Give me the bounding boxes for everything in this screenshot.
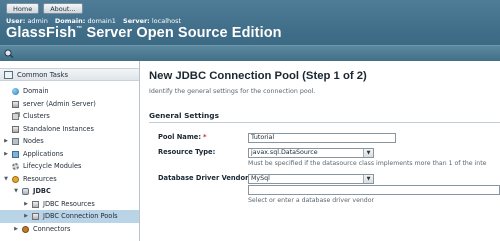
content-pane: New JDBC Connection Pool (Step 1 of 2) I… — [141, 61, 500, 241]
instance-icon — [12, 125, 19, 133]
user-value: admin — [27, 17, 48, 25]
tree-item-label: Standalone Instances — [23, 124, 94, 133]
database-icon — [22, 188, 29, 195]
tree-item-applications[interactable]: ▶ Applications — [0, 148, 139, 161]
resource-type-label: Resource Type: — [158, 148, 216, 156]
tree-list: Domain server (Admin Server) Clusters St… — [0, 85, 139, 236]
product-name: GlassFish — [6, 25, 77, 41]
tree-item-label: Nodes — [23, 137, 44, 145]
common-tasks-label: Common Tasks — [17, 71, 68, 79]
cluster-icon — [12, 113, 19, 120]
tree-item-lifecycle-modules[interactable]: Lifecycle Modules — [0, 160, 139, 173]
collapse-toggle-icon[interactable]: ▼ — [13, 185, 19, 198]
tree-item-jdbc-resources[interactable]: ▶ JDBC Resources — [0, 198, 139, 211]
driver-vendor-hint: Select or enter a database driver vendor — [248, 197, 375, 204]
tree-item-clusters[interactable]: Clusters — [0, 110, 139, 123]
masthead: Home About... User: admin Domain: domain… — [0, 0, 500, 61]
tree-item-nodes[interactable]: ▶ Nodes — [0, 135, 139, 148]
pool-name-label-text: Pool Name: — [158, 133, 201, 141]
tree-item-label: JDBC — [33, 187, 51, 195]
top-button-bar: Home About... — [6, 3, 83, 14]
expand-toggle-icon[interactable]: ▶ — [23, 210, 29, 223]
tree-item-resources[interactable]: ▼ Resources — [0, 173, 139, 186]
tree-item-label: Applications — [23, 149, 64, 158]
resource-type-hint: Must be specified if the datasource clas… — [248, 160, 487, 167]
driver-vendor-select[interactable]: MySql ▼ — [248, 174, 374, 184]
product-edition: Server Open Source Edition — [82, 25, 282, 41]
user-label: User: — [6, 17, 26, 25]
pool-name-label: Pool Name: * — [158, 133, 207, 141]
jdbc-resource-icon — [32, 200, 39, 208]
application-icon — [12, 150, 19, 158]
tool-icon[interactable] — [4, 49, 14, 58]
tree-item-server[interactable]: server (Admin Server) — [0, 98, 139, 111]
session-info: User: admin Domain: domain1 Server: loca… — [6, 17, 186, 25]
expand-toggle-icon[interactable]: ▶ — [3, 135, 9, 148]
node-icon — [12, 138, 19, 145]
navigation-tree: Common Tasks Domain server (Admin Server… — [0, 61, 140, 241]
tree-item-label: Clusters — [23, 112, 50, 120]
expand-toggle-icon[interactable]: ▶ — [13, 223, 19, 236]
resource-type-value: javax.sql.DataSource — [251, 149, 318, 156]
tree-item-label: server (Admin Server) — [23, 99, 96, 108]
server-icon — [12, 100, 19, 108]
tree-item-standalone-instances[interactable]: Standalone Instances — [0, 123, 139, 136]
collapse-toggle-icon[interactable]: ▼ — [3, 173, 9, 186]
tree-item-label: Connectors — [33, 224, 71, 233]
tree-item-label: JDBC Resources — [43, 199, 95, 208]
domain-label: Domain: — [54, 17, 86, 25]
resources-icon — [12, 175, 19, 183]
expand-toggle-icon[interactable]: ▶ — [3, 148, 9, 161]
toolbar-row — [0, 45, 500, 61]
resource-type-select[interactable]: javax.sql.DataSource ▼ — [248, 148, 374, 158]
dropdown-arrow-icon[interactable]: ▼ — [363, 149, 373, 157]
server-label: Server: — [123, 17, 150, 25]
gear-icon — [12, 163, 19, 170]
pool-name-input[interactable]: Tutorial — [248, 133, 396, 143]
page-help-text: Identify the general settings for the co… — [149, 88, 316, 95]
tree-item-label: Lifecycle Modules — [23, 162, 82, 170]
tree-item-domain[interactable]: Domain — [0, 85, 139, 98]
common-tasks-icon — [4, 71, 13, 79]
section-divider — [149, 122, 500, 123]
common-tasks-header[interactable]: Common Tasks — [0, 68, 139, 81]
expand-toggle-icon[interactable]: ▶ — [23, 198, 29, 211]
tree-item-connectors[interactable]: ▶ Connectors — [0, 223, 139, 236]
globe-icon — [12, 88, 19, 95]
section-title: General Settings — [149, 111, 219, 120]
driver-vendor-value: MySql — [251, 175, 270, 182]
home-button[interactable]: Home — [6, 3, 40, 14]
server-value: localhost — [151, 17, 182, 25]
tree-item-label: Domain — [23, 87, 49, 95]
product-title: GlassFish™ Server Open Source Edition — [6, 25, 282, 41]
required-marker: * — [203, 133, 207, 141]
connection-pool-icon — [32, 213, 39, 220]
tree-item-label: JDBC Connection Pools — [43, 212, 118, 220]
tree-item-jdbc[interactable]: ▼ JDBC — [0, 185, 139, 198]
domain-value: domain1 — [87, 17, 116, 25]
connector-icon — [22, 225, 29, 233]
driver-vendor-input[interactable] — [248, 185, 500, 195]
dropdown-arrow-icon[interactable]: ▼ — [363, 175, 373, 183]
about-button[interactable]: About... — [43, 3, 83, 14]
tree-item-jdbc-connection-pools[interactable]: ▶ JDBC Connection Pools — [0, 210, 139, 223]
trademark-sign: ™ — [76, 26, 83, 32]
page-title: New JDBC Connection Pool (Step 1 of 2) — [149, 70, 367, 82]
driver-vendor-label: Database Driver Vendor: — [158, 174, 252, 182]
tree-item-label: Resources — [23, 174, 57, 183]
